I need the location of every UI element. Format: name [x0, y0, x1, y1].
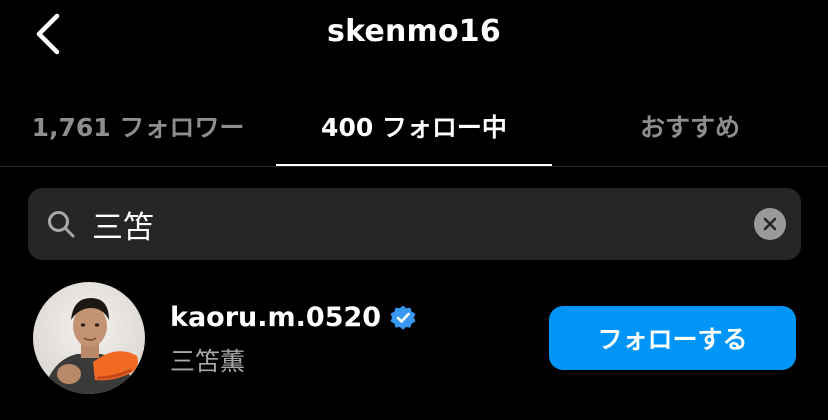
- clear-icon: [763, 217, 777, 231]
- verified-badge-icon: [390, 305, 416, 330]
- list-item[interactable]: kaoru.m.0520 三笘薫 フォローする: [0, 280, 828, 400]
- tab-bar: 1,761 フォロワー 400 フォロー中 おすすめ: [0, 86, 828, 167]
- clear-search-button[interactable]: [754, 208, 786, 240]
- following-screen: skenmo16 1,761 フォロワー 400 フォロー中 おすすめ 三笘 k…: [0, 0, 828, 420]
- page-title: skenmo16: [327, 14, 501, 49]
- search-bar: [28, 188, 801, 260]
- username-line: kaoru.m.0520: [170, 302, 417, 333]
- avatar-photo: [33, 282, 145, 394]
- full-name: 三笘薫: [170, 347, 246, 376]
- active-tab-indicator: [276, 164, 552, 166]
- avatar[interactable]: [33, 282, 145, 394]
- tab-suggested[interactable]: おすすめ: [552, 86, 828, 165]
- tab-following[interactable]: 400 フォロー中: [276, 86, 552, 165]
- follow-button[interactable]: フォローする: [549, 306, 796, 370]
- search-input[interactable]: [92, 198, 732, 250]
- header: skenmo16: [0, 0, 828, 74]
- search-icon: [48, 211, 75, 238]
- tab-followers[interactable]: 1,761 フォロワー: [0, 86, 276, 165]
- username[interactable]: kaoru.m.0520: [170, 302, 381, 333]
